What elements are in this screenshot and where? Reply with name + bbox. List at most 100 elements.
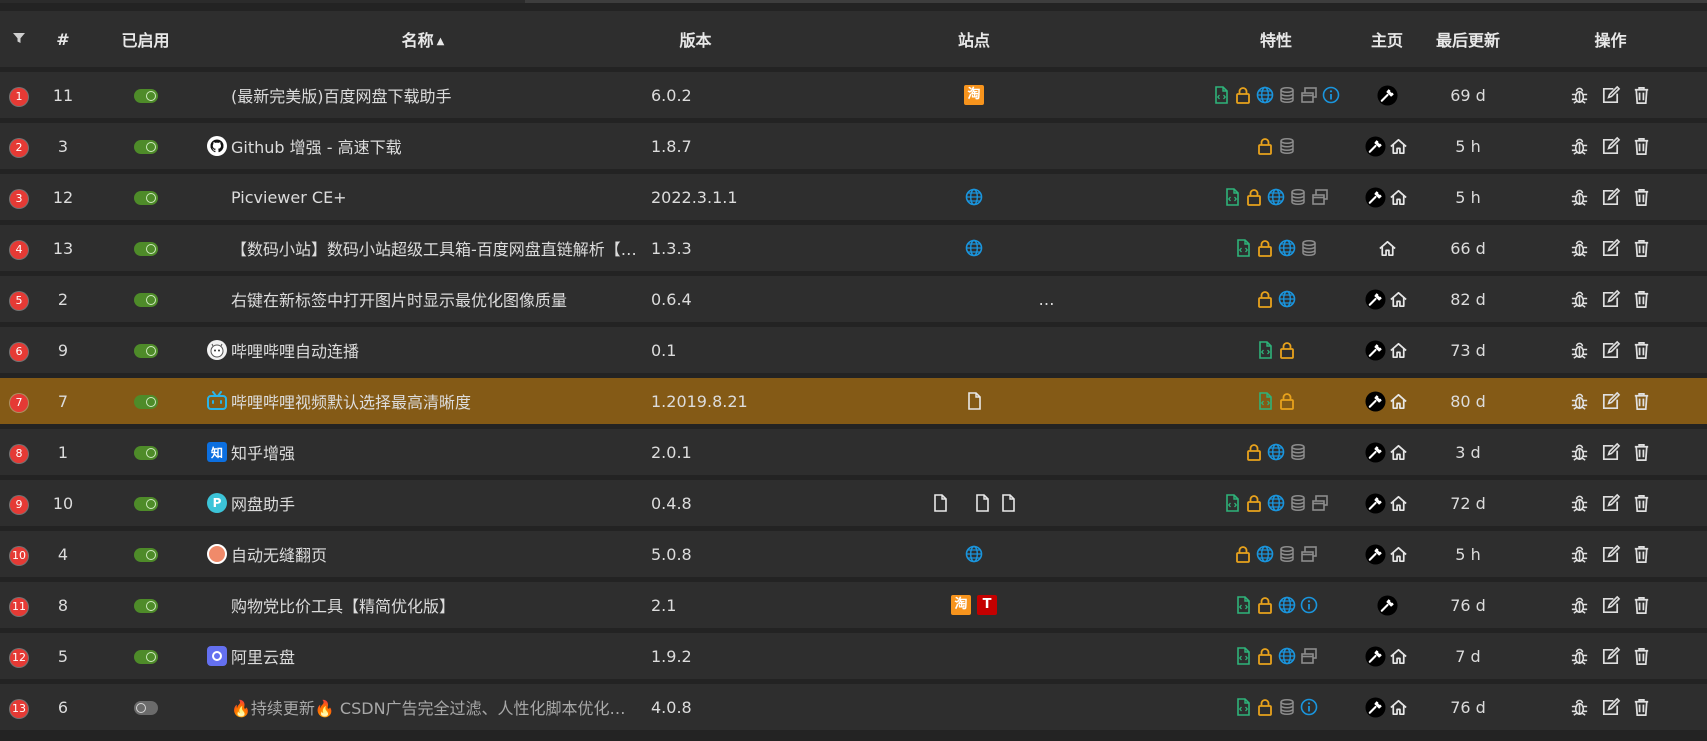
- edit-icon[interactable]: [1600, 646, 1621, 667]
- enabled-toggle[interactable]: [133, 497, 158, 511]
- delete-trash-icon[interactable]: [1631, 289, 1652, 310]
- enabled-toggle[interactable]: [133, 599, 158, 613]
- edit-icon[interactable]: [1600, 187, 1621, 208]
- table-row[interactable]: 3 12 Picviewer CE+ 2022.3.1.1 5 h: [0, 174, 1707, 220]
- delete-trash-icon[interactable]: [1631, 340, 1652, 361]
- script-name-link[interactable]: 🔥持续更新🔥 CSDN广告完全过滤、人性化脚本优化…: [231, 695, 626, 719]
- updated-header[interactable]: 最后更新: [1422, 11, 1514, 67]
- support-wrench-icon[interactable]: [1365, 186, 1386, 208]
- features-header[interactable]: 特性: [1200, 11, 1352, 67]
- homepage-house-icon[interactable]: [1388, 187, 1409, 208]
- script-name-link[interactable]: 哔哩哔哩自动连播: [231, 338, 359, 362]
- enabled-toggle[interactable]: [133, 650, 158, 664]
- table-row[interactable]: 9 10 P 网盘助手 0.4.8 72 d: [0, 480, 1707, 526]
- support-wrench-icon[interactable]: [1365, 645, 1386, 667]
- debug-bug-icon[interactable]: [1569, 391, 1590, 412]
- support-wrench-icon[interactable]: [1365, 492, 1386, 514]
- support-wrench-icon[interactable]: [1365, 441, 1386, 463]
- delete-trash-icon[interactable]: [1631, 544, 1652, 565]
- support-wrench-icon[interactable]: [1376, 594, 1398, 616]
- debug-bug-icon[interactable]: [1569, 646, 1590, 667]
- support-wrench-icon[interactable]: [1365, 696, 1386, 718]
- enabled-toggle[interactable]: [133, 140, 158, 154]
- delete-trash-icon[interactable]: [1631, 391, 1652, 412]
- debug-bug-icon[interactable]: [1569, 595, 1590, 616]
- name-header[interactable]: 名称 ▲: [203, 11, 643, 67]
- edit-icon[interactable]: [1600, 697, 1621, 718]
- table-row[interactable]: 8 1 知知乎增强 2.0.1 3 d: [0, 429, 1707, 475]
- delete-trash-icon[interactable]: [1631, 493, 1652, 514]
- table-row[interactable]: 11 8 购物党比价工具【精简优化版】 2.1 淘T 76 d: [0, 582, 1707, 628]
- debug-bug-icon[interactable]: [1569, 187, 1590, 208]
- version-header[interactable]: 版本: [643, 11, 748, 67]
- edit-icon[interactable]: [1600, 136, 1621, 157]
- debug-bug-icon[interactable]: [1569, 442, 1590, 463]
- sites-header[interactable]: 站点: [748, 11, 1200, 67]
- homepage-house-icon[interactable]: [1388, 442, 1409, 463]
- enabled-toggle[interactable]: [133, 191, 158, 205]
- debug-bug-icon[interactable]: [1569, 136, 1590, 157]
- script-name-link[interactable]: 购物党比价工具【精简优化版】: [231, 593, 455, 617]
- homepage-house-icon[interactable]: [1388, 136, 1409, 157]
- enabled-toggle[interactable]: [133, 548, 158, 562]
- delete-trash-icon[interactable]: [1631, 136, 1652, 157]
- homepage-header[interactable]: 主页: [1352, 11, 1422, 67]
- support-wrench-icon[interactable]: [1365, 288, 1386, 310]
- script-name-link[interactable]: 知乎增强: [231, 440, 295, 464]
- table-row[interactable]: 12 5 阿里云盘 1.9.2 7 d: [0, 633, 1707, 679]
- debug-bug-icon[interactable]: [1569, 238, 1590, 259]
- homepage-house-icon[interactable]: [1377, 238, 1398, 259]
- debug-bug-icon[interactable]: [1569, 697, 1590, 718]
- table-row[interactable]: 13 6 🔥持续更新🔥 CSDN广告完全过滤、人性化脚本优化… 4.0.8 76…: [0, 684, 1707, 730]
- edit-icon[interactable]: [1600, 595, 1621, 616]
- homepage-house-icon[interactable]: [1388, 391, 1409, 412]
- table-row[interactable]: 6 9 哔哩哔哩自动连播 0.1 73 d: [0, 327, 1707, 373]
- homepage-house-icon[interactable]: [1388, 493, 1409, 514]
- homepage-house-icon[interactable]: [1388, 697, 1409, 718]
- index-header[interactable]: #: [38, 11, 88, 67]
- enabled-toggle[interactable]: [133, 446, 158, 460]
- homepage-house-icon[interactable]: [1388, 289, 1409, 310]
- enabled-toggle[interactable]: [133, 293, 158, 307]
- support-wrench-icon[interactable]: [1365, 135, 1386, 157]
- debug-bug-icon[interactable]: [1569, 289, 1590, 310]
- table-row[interactable]: 7 7 哔哩哔哩视频默认选择最高清晰度 1.2019.8.21 80 d: [0, 378, 1707, 424]
- script-name-link[interactable]: 【数码小站】数码小站超级工具箱-百度网盘直链解析【…: [231, 236, 637, 260]
- debug-bug-icon[interactable]: [1569, 493, 1590, 514]
- edit-icon[interactable]: [1600, 391, 1621, 412]
- debug-bug-icon[interactable]: [1569, 340, 1590, 361]
- homepage-house-icon[interactable]: [1388, 340, 1409, 361]
- homepage-house-icon[interactable]: [1388, 544, 1409, 565]
- homepage-house-icon[interactable]: [1388, 646, 1409, 667]
- script-name-link[interactable]: Picviewer CE+: [231, 188, 347, 207]
- enabled-toggle[interactable]: [133, 242, 158, 256]
- enabled-header[interactable]: 已启用: [88, 11, 203, 67]
- delete-trash-icon[interactable]: [1631, 595, 1652, 616]
- script-name-link[interactable]: 阿里云盘: [231, 644, 295, 668]
- script-name-link[interactable]: (最新完美版)百度网盘下载助手: [231, 83, 452, 107]
- script-name-link[interactable]: 网盘助手: [231, 491, 295, 515]
- table-row[interactable]: 5 2 右键在新标签中打开图片时显示最优化图像质量 0.6.4 … 82 d: [0, 276, 1707, 322]
- edit-icon[interactable]: [1600, 442, 1621, 463]
- delete-trash-icon[interactable]: [1631, 646, 1652, 667]
- support-wrench-icon[interactable]: [1365, 543, 1386, 565]
- support-wrench-icon[interactable]: [1376, 84, 1398, 106]
- edit-icon[interactable]: [1600, 85, 1621, 106]
- enabled-toggle[interactable]: [133, 344, 158, 358]
- delete-trash-icon[interactable]: [1631, 187, 1652, 208]
- enabled-toggle[interactable]: [133, 395, 158, 409]
- enabled-toggle[interactable]: [133, 89, 158, 103]
- script-name-link[interactable]: Github 增强 - 高速下载: [231, 134, 402, 158]
- support-wrench-icon[interactable]: [1365, 339, 1386, 361]
- filter-header[interactable]: [0, 11, 38, 67]
- edit-icon[interactable]: [1600, 289, 1621, 310]
- debug-bug-icon[interactable]: [1569, 85, 1590, 106]
- delete-trash-icon[interactable]: [1631, 697, 1652, 718]
- edit-icon[interactable]: [1600, 238, 1621, 259]
- table-row[interactable]: 4 13 【数码小站】数码小站超级工具箱-百度网盘直链解析【… 1.3.3 66…: [0, 225, 1707, 271]
- edit-icon[interactable]: [1600, 493, 1621, 514]
- enabled-toggle[interactable]: [133, 701, 158, 715]
- script-name-link[interactable]: 哔哩哔哩视频默认选择最高清晰度: [231, 389, 471, 413]
- table-row[interactable]: 1 11 (最新完美版)百度网盘下载助手 6.0.2 淘 69 d: [0, 72, 1707, 118]
- delete-trash-icon[interactable]: [1631, 85, 1652, 106]
